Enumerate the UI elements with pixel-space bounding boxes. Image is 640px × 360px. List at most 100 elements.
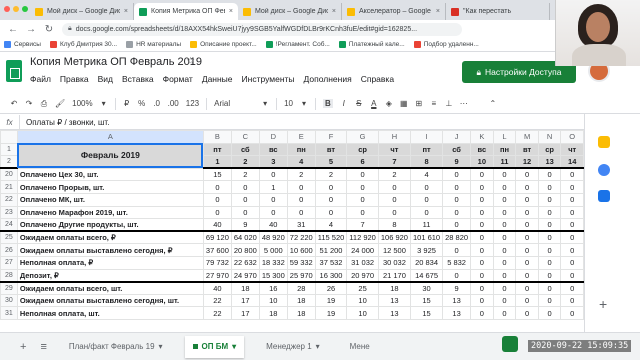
value-cell[interactable]: 0: [515, 306, 539, 320]
explore-icon[interactable]: [502, 336, 518, 352]
row-number[interactable]: 22: [0, 192, 18, 207]
close-tab-icon[interactable]: ×: [332, 8, 336, 15]
text-color-button[interactable]: A: [370, 99, 378, 108]
value-cell[interactable]: 0: [377, 192, 411, 207]
value-cell[interactable]: 0: [442, 192, 472, 207]
value-cell[interactable]: 10: [346, 293, 379, 308]
value-cell[interactable]: 10: [346, 306, 379, 320]
menu-addons[interactable]: Дополнения: [304, 74, 352, 84]
value-cell[interactable]: 9: [230, 218, 260, 233]
value-cell[interactable]: 0: [258, 205, 288, 220]
row-label-cell[interactable]: Оплачено Другие продукты, шт.: [16, 218, 204, 233]
day-cell[interactable]: 1: [202, 155, 232, 170]
value-cell[interactable]: 0: [537, 293, 562, 308]
value-cell[interactable]: 18: [286, 293, 316, 308]
value-cell[interactable]: 27 970: [202, 268, 232, 283]
value-cell[interactable]: 101 610: [409, 230, 444, 245]
value-cell[interactable]: 5 000: [258, 243, 288, 257]
value-cell[interactable]: 2: [314, 167, 348, 182]
value-cell[interactable]: 0: [314, 180, 348, 194]
value-cell[interactable]: 31 032: [346, 255, 379, 270]
month-header-cell[interactable]: Февраль 2019: [16, 142, 204, 169]
row-label-cell[interactable]: Ожидаем оплаты всего, шт.: [16, 280, 204, 295]
column-header[interactable]: C: [230, 130, 260, 144]
value-cell[interactable]: 15: [409, 306, 444, 320]
weekday-cell[interactable]: вт: [314, 142, 348, 157]
column-header[interactable]: A: [16, 130, 204, 144]
value-cell[interactable]: 0: [470, 205, 494, 220]
day-cell[interactable]: 13: [537, 155, 562, 170]
value-cell[interactable]: 0: [492, 268, 517, 283]
value-cell[interactable]: 15: [202, 167, 232, 182]
day-cell[interactable]: 7: [377, 155, 411, 170]
value-cell[interactable]: 20 834: [409, 255, 444, 270]
value-cell[interactable]: 0: [346, 205, 379, 220]
bold-button[interactable]: B: [323, 99, 333, 108]
value-cell[interactable]: 16 300: [314, 268, 348, 283]
column-header[interactable]: D: [258, 130, 288, 144]
day-cell[interactable]: 14: [560, 155, 584, 170]
value-cell[interactable]: 0: [286, 205, 316, 220]
value-cell[interactable]: 0: [560, 243, 584, 257]
weekday-cell[interactable]: сб: [230, 142, 260, 157]
value-cell[interactable]: 0: [537, 167, 562, 182]
more-formats-button[interactable]: 123: [186, 99, 199, 108]
value-cell[interactable]: 0: [515, 280, 539, 295]
value-cell[interactable]: 0: [560, 230, 584, 245]
value-cell[interactable]: 0: [442, 268, 472, 283]
row-number[interactable]: 25: [0, 230, 18, 245]
value-cell[interactable]: 0: [515, 268, 539, 283]
value-cell[interactable]: 1: [258, 180, 288, 194]
font-select[interactable]: Arial: [214, 99, 254, 108]
row-number[interactable]: 27: [0, 255, 18, 270]
weekday-cell[interactable]: пн: [492, 142, 517, 157]
value-cell[interactable]: 0: [470, 306, 494, 320]
value-cell[interactable]: 0: [537, 218, 562, 233]
value-cell[interactable]: 0: [515, 243, 539, 257]
close-window-button[interactable]: [4, 6, 10, 12]
valign-icon[interactable]: ⊥: [445, 99, 453, 108]
menu-insert[interactable]: Вставка: [122, 74, 154, 84]
value-cell[interactable]: 13: [442, 306, 472, 320]
value-cell[interactable]: 0: [202, 205, 232, 220]
sheet-tab[interactable]: План/факт Февраль 19 ▾: [61, 336, 171, 358]
value-cell[interactable]: 15 300: [258, 268, 288, 283]
value-cell[interactable]: 0: [492, 293, 517, 308]
weekday-cell[interactable]: пт: [409, 142, 444, 157]
row-label-cell[interactable]: Оплачено Цех 30, шт.: [16, 167, 204, 182]
column-header[interactable]: K: [470, 130, 494, 144]
value-cell[interactable]: 0: [492, 230, 517, 245]
value-cell[interactable]: 0: [492, 243, 517, 257]
value-cell[interactable]: 0: [515, 230, 539, 245]
column-header[interactable]: M: [515, 130, 539, 144]
value-cell[interactable]: 19: [314, 306, 348, 320]
value-cell[interactable]: 0: [492, 255, 517, 270]
row-label-cell[interactable]: Оплачено МК, шт.: [16, 192, 204, 207]
value-cell[interactable]: 0: [346, 180, 379, 194]
menu-file[interactable]: Файл: [30, 74, 51, 84]
value-cell[interactable]: 79 732: [202, 255, 232, 270]
menu-edit[interactable]: Правка: [60, 74, 89, 84]
value-cell[interactable]: 0: [560, 280, 584, 295]
browser-tab-active[interactable]: Копия Метрика ОП Февраль ×: [134, 3, 238, 20]
close-tab-icon[interactable]: ×: [124, 8, 128, 15]
value-cell[interactable]: 0: [537, 192, 562, 207]
value-cell[interactable]: 0: [258, 167, 288, 182]
value-cell[interactable]: 7: [346, 218, 379, 233]
value-cell[interactable]: 10: [258, 293, 288, 308]
value-cell[interactable]: 0: [560, 180, 584, 194]
value-cell[interactable]: 0: [560, 293, 584, 308]
value-cell[interactable]: 0: [470, 180, 494, 194]
value-cell[interactable]: 0: [230, 205, 260, 220]
day-cell[interactable]: 10: [470, 155, 494, 170]
value-cell[interactable]: 0: [515, 205, 539, 220]
close-tab-icon[interactable]: ×: [229, 8, 233, 15]
value-cell[interactable]: 106 920: [377, 230, 411, 245]
value-cell[interactable]: 0: [515, 293, 539, 308]
value-cell[interactable]: 20 800: [230, 243, 260, 257]
value-cell[interactable]: 37 532: [314, 255, 348, 270]
day-cell[interactable]: 5: [314, 155, 348, 170]
undo-icon[interactable]: ↶: [10, 99, 18, 108]
column-header[interactable]: B: [202, 130, 232, 144]
value-cell[interactable]: 0: [442, 167, 472, 182]
